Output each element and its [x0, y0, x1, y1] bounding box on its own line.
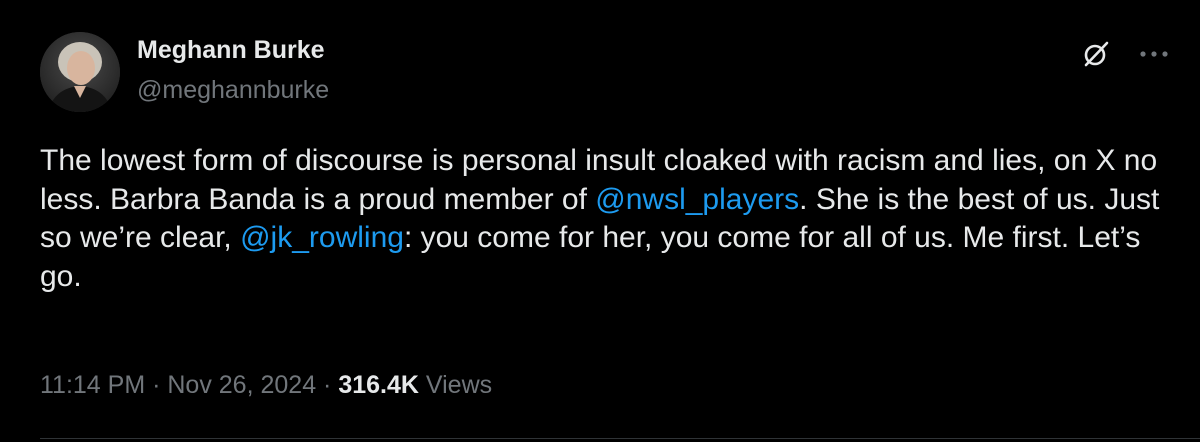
tweet-text: The lowest form of discourse is personal… — [40, 142, 1160, 296]
tweet-date[interactable]: Nov 26, 2024 — [167, 371, 316, 399]
top-actions — [1078, 36, 1172, 72]
views-count: 316.4K — [338, 371, 419, 399]
grok-button[interactable] — [1078, 36, 1114, 72]
divider — [40, 438, 1200, 439]
handle[interactable]: @meghannburke — [137, 74, 329, 106]
tweet-meta: 11:14 PM · Nov 26, 2024 · 316.4K Views — [40, 369, 492, 401]
tweet-time[interactable]: 11:14 PM — [40, 371, 145, 399]
display-name[interactable]: Meghann Burke — [137, 34, 329, 66]
more-button[interactable] — [1136, 36, 1172, 72]
mention-link[interactable]: @nwsl_players — [595, 183, 799, 216]
grok-icon — [1084, 41, 1109, 67]
views-label: Views — [418, 371, 493, 399]
tweet: Meghann Burke @meghannburke The lowest f… — [0, 0, 1200, 442]
author-block: Meghann Burke @meghannburke — [137, 34, 329, 106]
separator: · — [145, 371, 168, 399]
more-horizontal-icon — [1140, 51, 1168, 57]
separator: · — [316, 371, 339, 399]
mention-link[interactable]: @jk_rowling — [240, 221, 404, 254]
avatar[interactable] — [40, 32, 120, 112]
avatar-image — [40, 32, 120, 112]
